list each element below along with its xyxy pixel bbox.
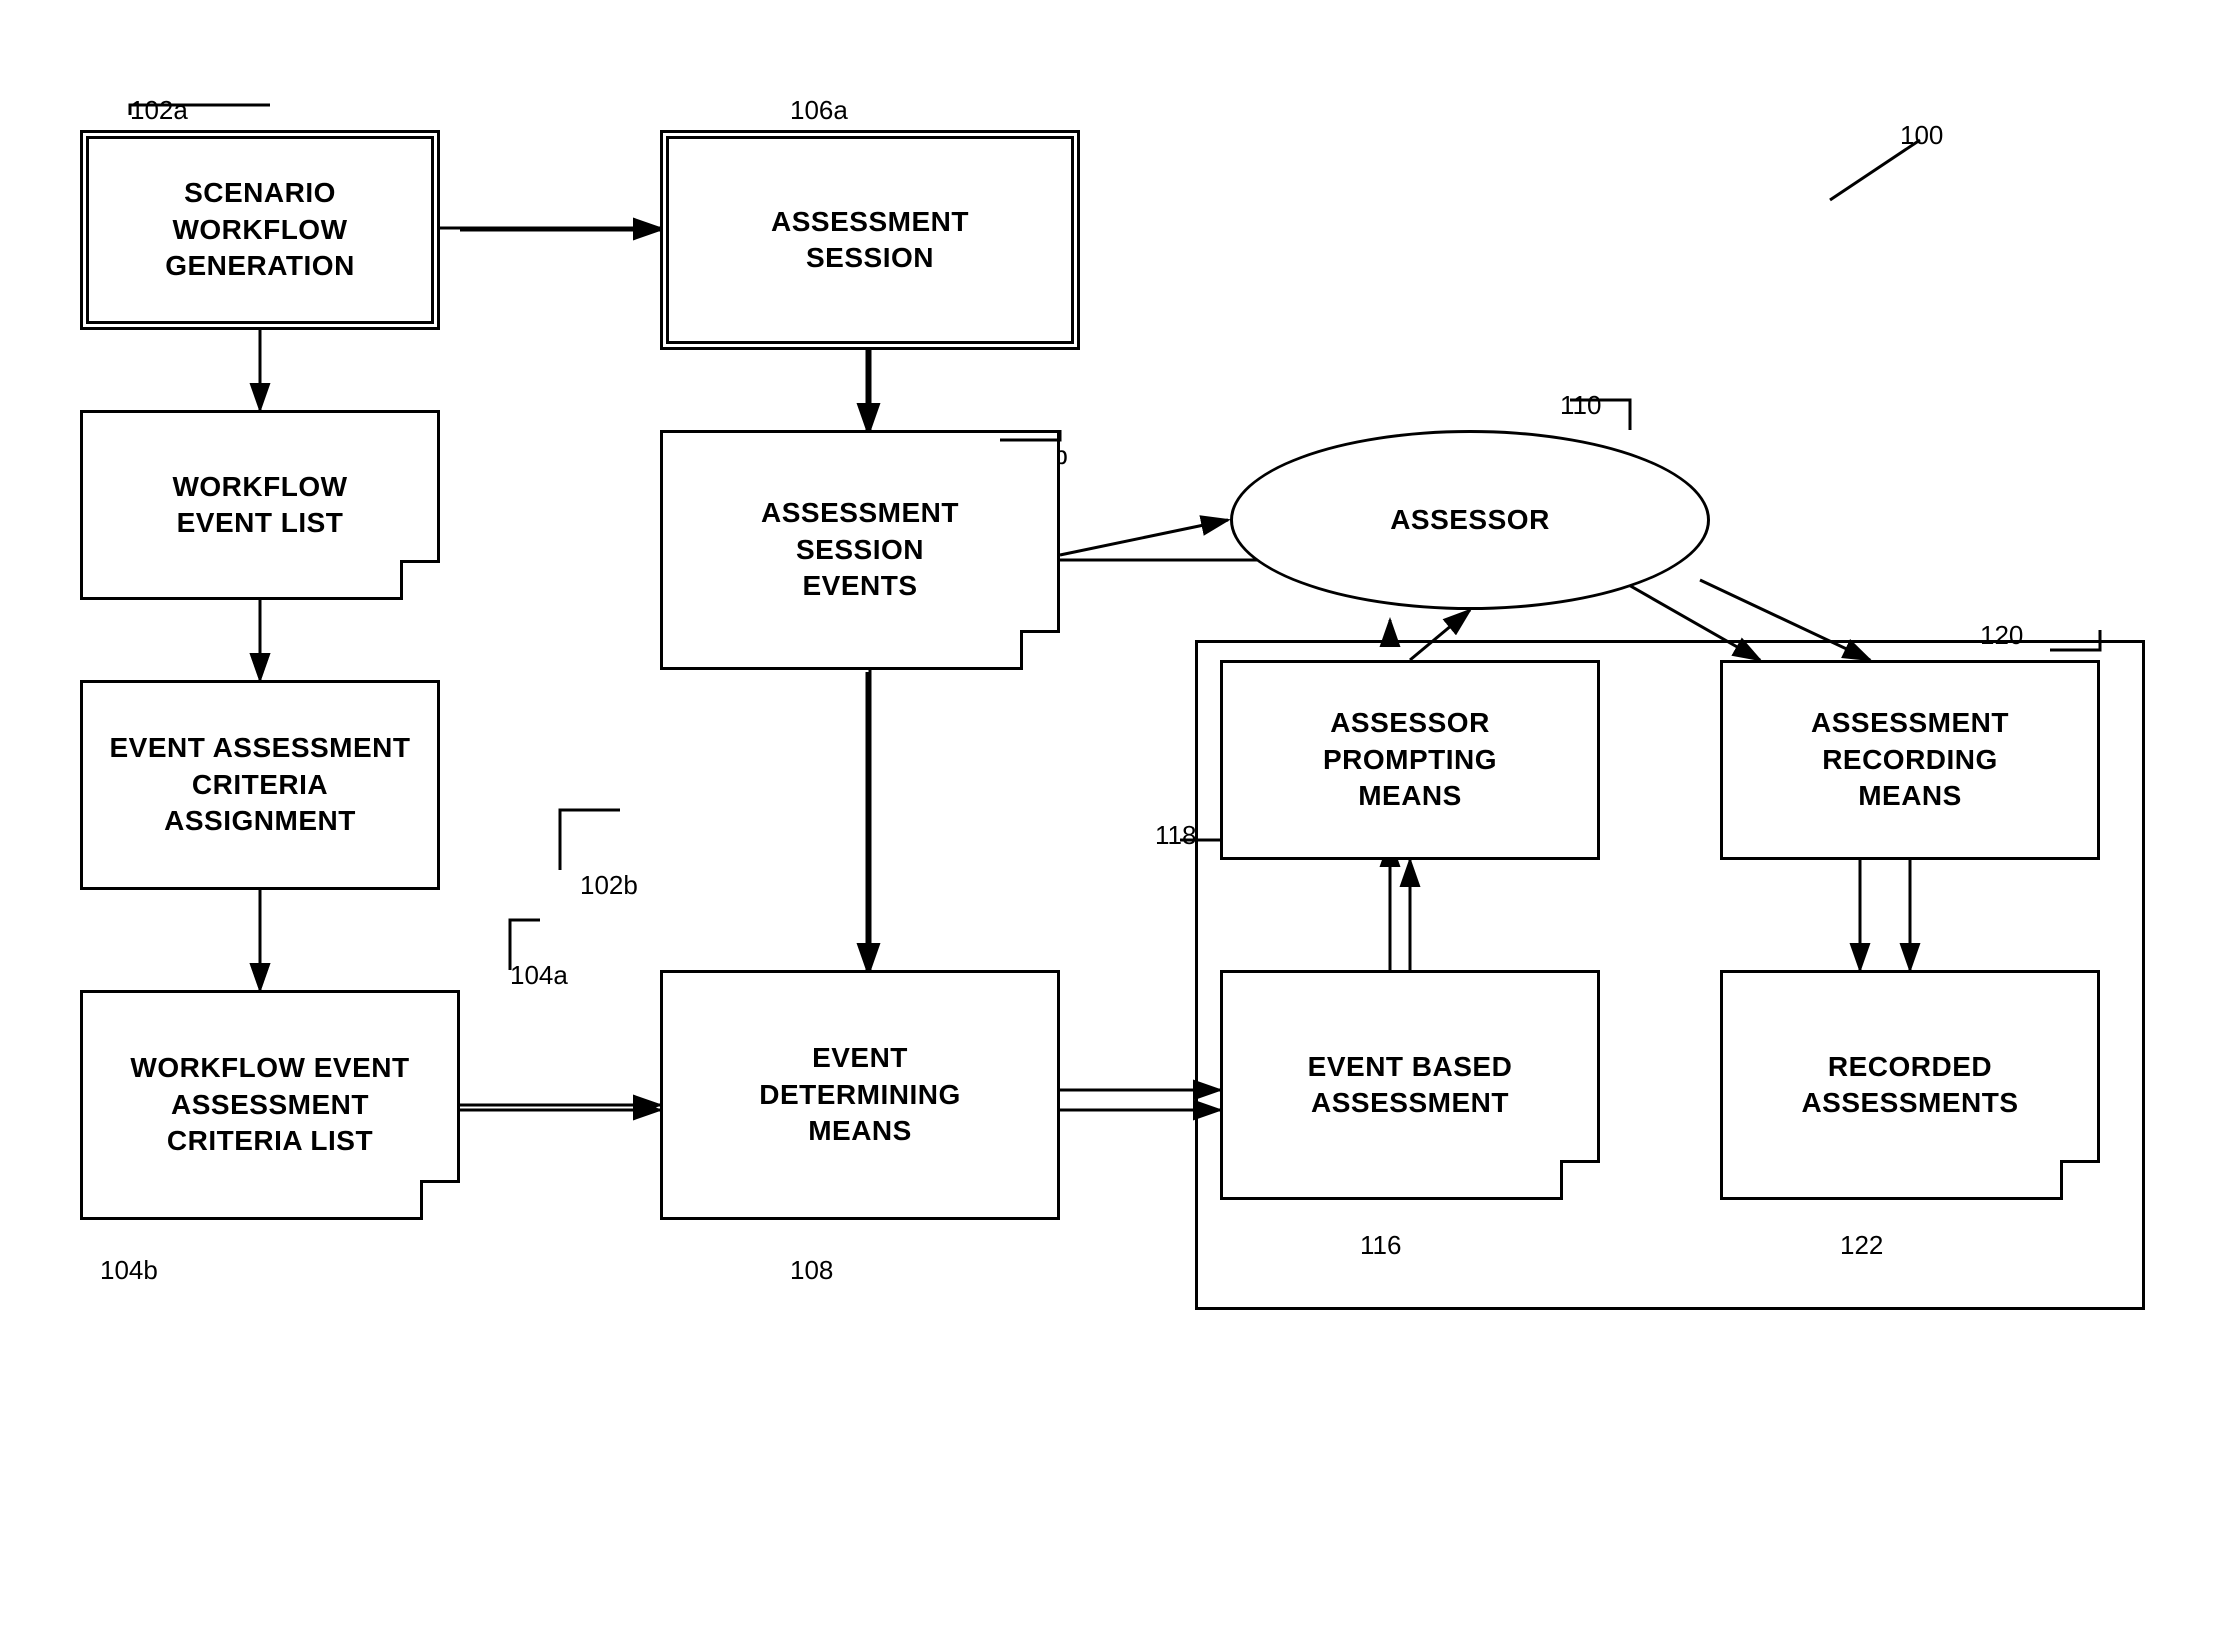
event-assessment-box: EVENT ASSESSMENTCRITERIAASSIGNMENT xyxy=(80,680,440,890)
ref-104a: 104a xyxy=(510,960,568,991)
workflow-event-list-label: WORKFLOWEVENT LIST xyxy=(172,469,347,542)
doc-fold-1 xyxy=(400,560,440,600)
doc-fold-3 xyxy=(1020,630,1060,670)
ref-102a: 102a xyxy=(130,95,188,126)
ref-100: 100 xyxy=(1900,120,1943,151)
assessor-ellipse: ASSESSOR xyxy=(1230,430,1710,610)
ref-120: 120 xyxy=(1980,620,2023,651)
diagram: 102a SCENARIOWORKFLOWGENERATION WORKFLOW… xyxy=(0,0,2213,1651)
recorded-assessments-box: RECORDEDASSESSMENTS xyxy=(1720,970,2100,1200)
assessment-session-label: ASSESSMENTSESSION xyxy=(771,204,969,277)
assessment-session-box: ASSESSMENTSESSION xyxy=(660,130,1080,350)
assessor-prompting-box: ASSESSORPROMPTINGMEANS xyxy=(1220,660,1600,860)
doc-fold-5 xyxy=(2060,1160,2100,1200)
doc-fold-4 xyxy=(1560,1160,1600,1200)
ref-116: 116 xyxy=(1360,1230,1401,1261)
assessment-session-events-box: ASSESSMENTSESSIONEVENTS xyxy=(660,430,1060,670)
workflow-event-list-box: WORKFLOWEVENT LIST xyxy=(80,410,440,600)
assessment-recording-box: ASSESSMENTRECORDINGMEANS xyxy=(1720,660,2100,860)
recorded-assessments-label: RECORDEDASSESSMENTS xyxy=(1801,1049,2018,1122)
assessment-recording-label: ASSESSMENTRECORDINGMEANS xyxy=(1811,705,2009,814)
event-based-assessment-label: EVENT BASEDASSESSMENT xyxy=(1308,1049,1513,1122)
ref-106a: 106a xyxy=(790,95,848,126)
event-based-assessment-box: EVENT BASEDASSESSMENT xyxy=(1220,970,1600,1200)
assessment-session-events-label: ASSESSMENTSESSIONEVENTS xyxy=(761,495,959,604)
ref-108: 108 xyxy=(790,1255,833,1286)
doc-fold-2 xyxy=(420,1180,460,1220)
event-determining-box: EVENTDETERMININGMEANS xyxy=(660,970,1060,1220)
assessor-label: ASSESSOR xyxy=(1390,504,1550,536)
ref-110: 110 xyxy=(1560,390,1601,421)
workflow-event-assessment-label: WORKFLOW EVENTASSESSMENTCRITERIA LIST xyxy=(130,1050,409,1159)
ref-104b: 104b xyxy=(100,1255,158,1286)
scenario-workflow-box: SCENARIOWORKFLOWGENERATION xyxy=(80,130,440,330)
ref-102b: 102b xyxy=(580,870,638,901)
workflow-event-assessment-box: WORKFLOW EVENTASSESSMENTCRITERIA LIST xyxy=(80,990,460,1220)
ref-122: 122 xyxy=(1840,1230,1883,1261)
event-assessment-label: EVENT ASSESSMENTCRITERIAASSIGNMENT xyxy=(109,730,410,839)
assessor-prompting-label: ASSESSORPROMPTINGMEANS xyxy=(1323,705,1497,814)
scenario-workflow-label: SCENARIOWORKFLOWGENERATION xyxy=(165,175,355,284)
event-determining-label: EVENTDETERMININGMEANS xyxy=(759,1040,961,1149)
ref-118: 118 xyxy=(1155,820,1196,851)
